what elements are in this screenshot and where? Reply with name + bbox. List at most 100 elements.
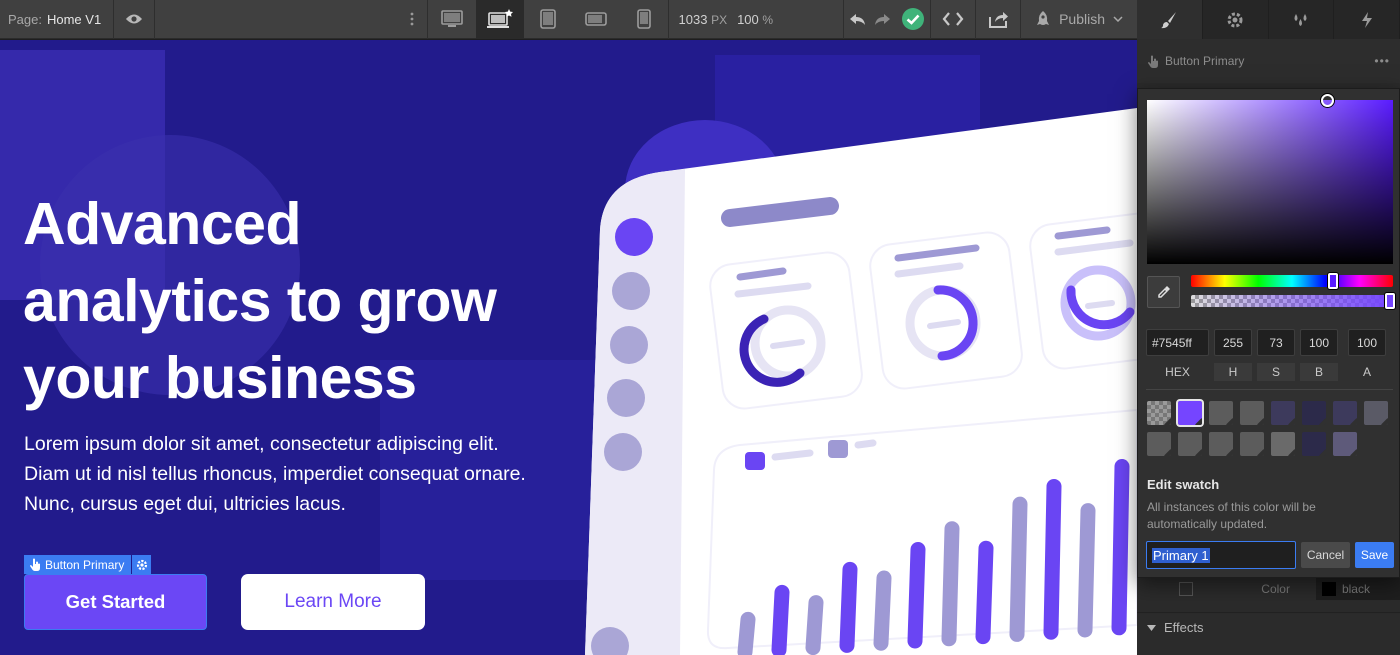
color-swatch[interactable] <box>1209 401 1233 425</box>
designer-toolbar: Page: Home V1 1033 PX 100 % Publish <box>0 0 1137 39</box>
effects-label: Effects <box>1164 620 1204 635</box>
hue-slider[interactable] <box>1191 273 1393 289</box>
divider <box>154 0 156 39</box>
chart-bar <box>1043 478 1062 640</box>
color-swatch[interactable] <box>1333 432 1357 456</box>
alpha-slider[interactable] <box>1191 293 1395 309</box>
hex-input[interactable]: #7545ff <box>1146 329 1209 356</box>
publish-button[interactable]: Publish <box>1021 0 1137 39</box>
effects-section-header[interactable]: Effects <box>1137 612 1400 642</box>
h-label[interactable]: H <box>1214 363 1252 381</box>
b-label[interactable]: B <box>1300 363 1338 381</box>
export-icon[interactable] <box>976 0 1020 39</box>
color-property-row: Color black <box>1137 578 1400 600</box>
alpha-slider-handle[interactable] <box>1385 293 1395 309</box>
color-swatch[interactable] <box>1271 432 1295 456</box>
swatch-name-value: Primary 1 <box>1152 547 1210 563</box>
color-swatch[interactable] <box>1147 401 1171 425</box>
selector-bar: Button Primary ••• <box>1137 39 1400 83</box>
hue-input[interactable]: 255 <box>1214 329 1252 356</box>
color-value: black <box>1341 582 1370 596</box>
saturation-handle[interactable] <box>1321 94 1334 107</box>
hero-title: Advanced analytics to grow your business <box>23 186 497 417</box>
saturation-brightness-area[interactable] <box>1147 94 1393 264</box>
color-picker-popover: #7545ff 255 73 100 100 HEX H S B A Edit … <box>1137 88 1400 578</box>
color-swatch[interactable] <box>1240 401 1264 425</box>
color-swatch[interactable] <box>1364 401 1388 425</box>
chart-bar <box>1077 503 1096 638</box>
color-swatch[interactable] <box>1271 401 1295 425</box>
selected-element-name: Button Primary <box>45 557 125 572</box>
brightness-input[interactable]: 100 <box>1300 329 1338 356</box>
a-label: A <box>1362 365 1371 379</box>
color-swatch[interactable] <box>1240 432 1264 456</box>
redo-icon[interactable] <box>870 0 896 39</box>
check-status-icon[interactable] <box>896 0 930 39</box>
style-manager-drops-icon[interactable] <box>1269 0 1335 39</box>
selected-element-tag[interactable]: Button Primary <box>24 555 152 574</box>
style-brush-icon[interactable] <box>1137 0 1203 39</box>
hue-slider-handle[interactable] <box>1328 273 1338 289</box>
chart-bar <box>771 584 790 655</box>
learn-more-button[interactable]: Learn More <box>241 574 425 630</box>
element-settings-gear-icon[interactable] <box>132 555 152 574</box>
viewport-unit: PX <box>711 12 728 27</box>
base-breakpoint-icon[interactable] <box>475 0 524 39</box>
more-options-icon[interactable]: ••• <box>1374 54 1390 68</box>
chart-bar <box>907 542 926 649</box>
color-swatch[interactable] <box>1209 432 1233 456</box>
chart-bar <box>873 570 892 651</box>
color-field-labels: HEX H S B A <box>1146 363 1386 381</box>
mobile-portrait-icon[interactable] <box>620 0 668 39</box>
edit-swatch-title: Edit swatch <box>1147 477 1220 492</box>
color-swatch[interactable] <box>1302 401 1326 425</box>
color-value-field[interactable]: black <box>1315 578 1400 600</box>
swatch-name-input[interactable]: Primary 1 <box>1146 541 1296 569</box>
viewport-width: 1033 <box>678 11 708 27</box>
hex-label: HEX <box>1165 365 1190 379</box>
selected-element-name: Button Primary <box>1165 54 1245 68</box>
save-button[interactable]: Save <box>1355 542 1394 568</box>
page-key: Page: <box>8 11 42 27</box>
hero-title-line: Advanced <box>23 191 301 257</box>
color-swatch-black <box>1321 582 1336 596</box>
hero-paragraph-line: Nunc, cursus eget dui, ultricies lacus. <box>24 493 346 515</box>
hand-pointer-icon <box>1148 55 1158 68</box>
tablet-breakpoint-icon[interactable] <box>524 0 572 39</box>
settings-gear-icon[interactable] <box>1203 0 1269 39</box>
chart-bar <box>975 540 994 645</box>
alpha-input[interactable]: 100 <box>1348 329 1386 356</box>
color-icon <box>1179 582 1194 596</box>
page-selector[interactable]: Page: Home V1 <box>0 0 113 39</box>
more-vertical-icon[interactable] <box>397 0 427 39</box>
hero-title-line: analytics to grow <box>23 268 497 334</box>
panel-tabs <box>1137 0 1400 39</box>
color-swatch[interactable] <box>1176 399 1204 427</box>
get-started-button[interactable]: Get Started <box>24 574 207 630</box>
color-swatch[interactable] <box>1333 401 1357 425</box>
s-label[interactable]: S <box>1257 363 1295 381</box>
color-swatch[interactable] <box>1147 432 1171 456</box>
selected-element-label[interactable]: Button Primary <box>24 555 132 574</box>
color-value-fields: #7545ff 255 73 100 100 <box>1146 329 1386 356</box>
zoom-unit: % <box>762 12 774 27</box>
divider <box>1146 389 1393 390</box>
color-swatch[interactable] <box>1302 432 1326 456</box>
undo-icon[interactable] <box>844 0 870 39</box>
swatch-grid <box>1147 399 1397 456</box>
interactions-bolt-icon[interactable] <box>1334 0 1400 39</box>
color-swatch[interactable] <box>1178 432 1202 456</box>
viewport-readout: 1033 PX 100 % <box>669 12 784 27</box>
chevron-down-icon <box>1147 624 1156 631</box>
hand-pointer-icon <box>30 558 40 571</box>
hero-title-line: your business <box>23 345 417 411</box>
hero-paragraph: Lorem ipsum dolor sit amet, consectetur … <box>24 429 584 519</box>
preview-eye-icon[interactable] <box>114 0 154 39</box>
cancel-button[interactable]: Cancel <box>1301 542 1350 568</box>
edit-swatch-description: All instances of this color will be auto… <box>1147 500 1316 531</box>
mobile-landscape-icon[interactable] <box>572 0 620 39</box>
eyedropper-icon[interactable] <box>1147 276 1180 308</box>
desktop-breakpoint-icon[interactable] <box>428 0 476 39</box>
saturation-input[interactable]: 73 <box>1257 329 1295 356</box>
code-icon[interactable] <box>931 0 975 39</box>
